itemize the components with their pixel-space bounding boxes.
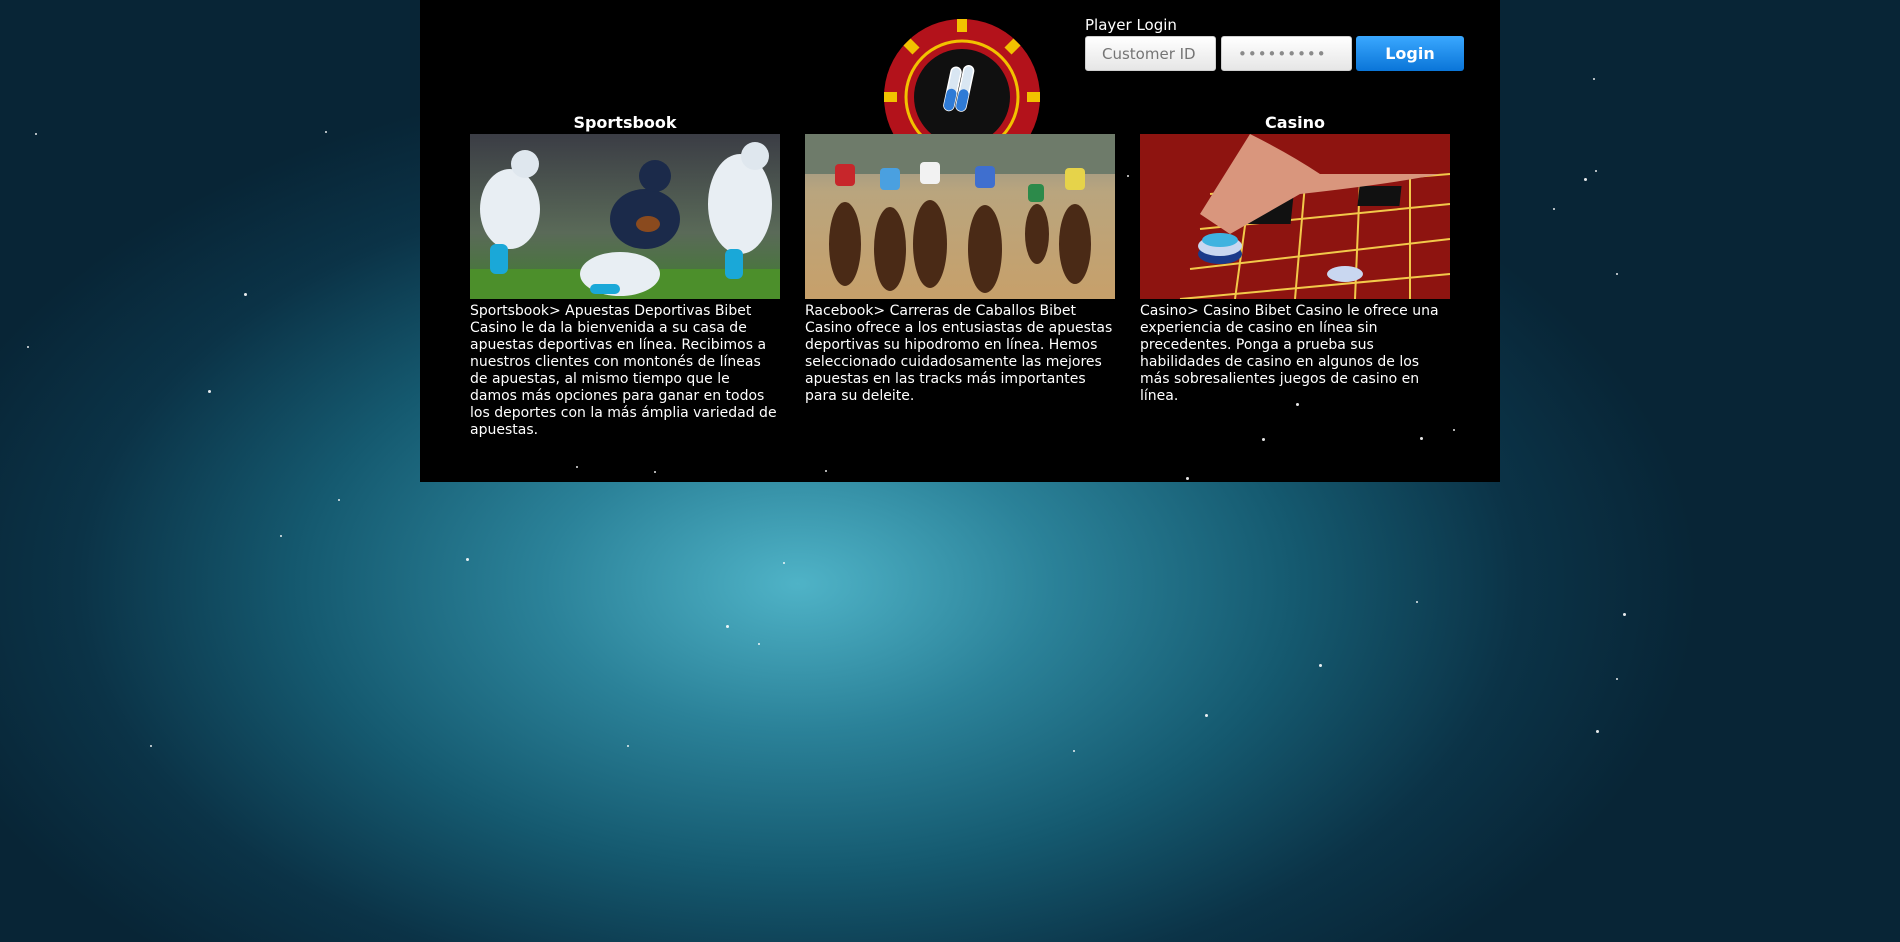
horse-race-photo[interactable] [805, 134, 1115, 299]
sportsbook-description: Sportsbook> Apuestas Deportivas Bibet Ca… [470, 303, 777, 438]
casino-description: Casino> Casino Bibet Casino le ofrece un… [1140, 303, 1439, 404]
password-input[interactable] [1221, 36, 1352, 71]
football-photo[interactable] [470, 134, 780, 299]
racebook-description: Racebook> Carreras de Caballos Bibet Cas… [805, 303, 1113, 404]
sportsbook-section: Sportsbook Sportsbook> Apuestas Deportiv… [470, 112, 780, 439]
sportsbook-title[interactable]: Sportsbook [470, 112, 780, 134]
roulette-photo[interactable] [1140, 134, 1450, 299]
casino-title[interactable]: Casino [1140, 112, 1450, 134]
racebook-section: Racebook> Carreras de Caballos Bibet Cas… [805, 112, 1115, 405]
racebook-title [805, 112, 1115, 134]
casino-section: Casino Casino> Casino Bibet Casino le of… [1140, 112, 1450, 405]
login-button[interactable]: Login [1356, 36, 1464, 71]
login-title: Player Login [1085, 16, 1177, 34]
customer-id-input[interactable] [1085, 36, 1216, 71]
